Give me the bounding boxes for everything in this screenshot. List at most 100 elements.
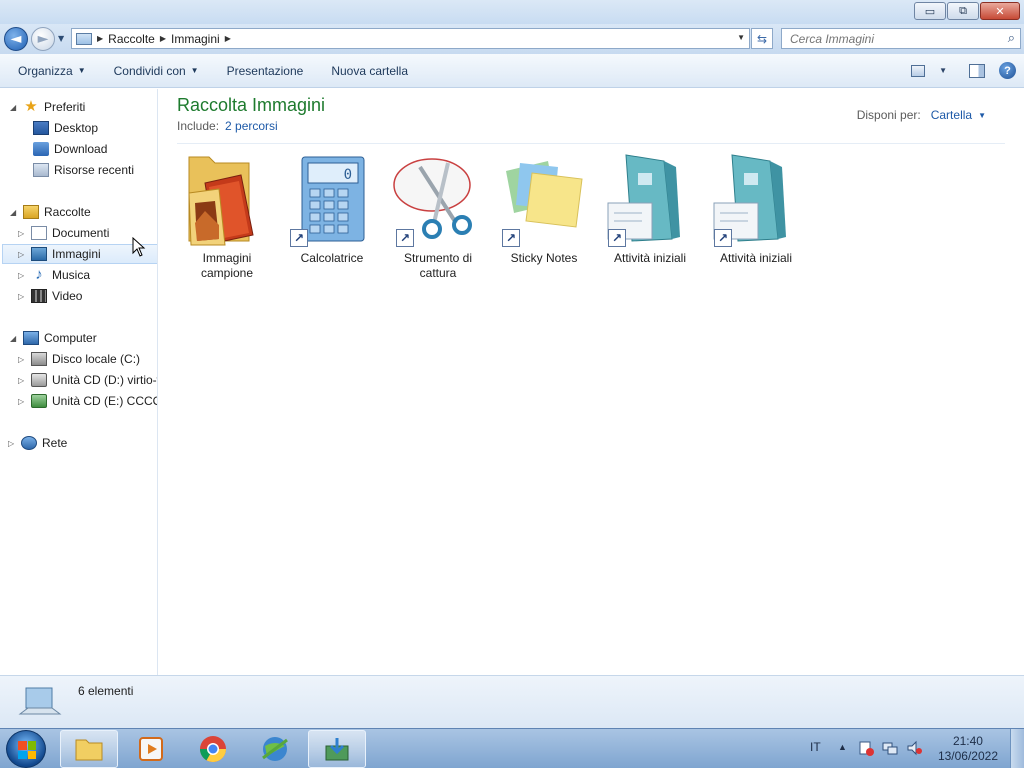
expand-arrow-icon[interactable]: ▷ <box>18 292 26 301</box>
expand-arrow-icon[interactable]: ▷ <box>18 271 26 280</box>
file-item[interactable]: ↗ Attività iniziali <box>600 153 700 266</box>
globe-icon <box>262 737 288 761</box>
shortcut-arrow-icon: ↗ <box>714 229 732 247</box>
share-button[interactable]: Condividi con ▼ <box>104 60 209 82</box>
maximize-button[interactable]: ⧉ <box>947 2 979 20</box>
shortcut-arrow-icon: ↗ <box>502 229 520 247</box>
expand-arrow-icon[interactable]: ▷ <box>8 439 16 448</box>
taskbar: IT ▲ 21:40 13/06/2022 <box>0 728 1024 768</box>
pictures-folder-icon <box>179 153 275 247</box>
preview-pane-icon[interactable] <box>969 63 985 78</box>
file-name: Attività iniziali <box>719 251 793 265</box>
expand-arrow-icon[interactable]: ▷ <box>18 397 26 406</box>
window-controls: ▭ ⧉ ✕ <box>914 2 1020 20</box>
show-desktop-button[interactable] <box>1010 729 1024 768</box>
file-item[interactable]: ↗ Strumento di cattura <box>388 153 488 281</box>
arrange-by: Disponi per: Cartella ▼ <box>856 108 986 122</box>
shortcut-arrow-icon: ↗ <box>290 229 308 247</box>
language-indicator[interactable]: IT <box>810 740 821 754</box>
file-name: Immagini <box>202 251 252 265</box>
expand-arrow-icon[interactable]: ▷ <box>18 376 26 385</box>
search-box[interactable]: ⌕ <box>781 28 1021 49</box>
library-includes: Include: 2 percorsi <box>177 119 278 133</box>
chevron-down-icon[interactable]: ▼ <box>737 33 745 42</box>
arrange-by-dropdown[interactable]: Cartella ▼ <box>931 108 986 122</box>
start-button[interactable] <box>6 730 46 768</box>
expand-arrow-icon[interactable]: ◢ <box>10 208 18 217</box>
clock-date: 13/06/2022 <box>937 749 998 763</box>
nav-drive-d[interactable]: ▷ Unità CD (D:) virtio-w <box>18 370 157 390</box>
file-item[interactable]: Immagini campione <box>177 153 277 281</box>
expand-arrow-icon[interactable]: ▷ <box>18 250 26 259</box>
breadcrumb-raccolte[interactable]: Raccolte <box>108 32 155 46</box>
help-icon[interactable]: ? <box>999 62 1016 79</box>
new-folder-button[interactable]: Nuova cartella <box>321 60 418 82</box>
shortcut-arrow-icon: ↗ <box>608 229 626 247</box>
file-name: Sticky Notes <box>510 251 578 265</box>
file-item[interactable]: ↗ Sticky Notes <box>494 153 594 266</box>
network-status-icon[interactable] <box>882 740 898 756</box>
action-center-icon[interactable] <box>858 740 874 756</box>
expand-arrow-icon[interactable]: ▷ <box>18 355 26 364</box>
nav-drive-e[interactable]: ▷Unità CD (E:) CCCOM <box>18 391 157 411</box>
shortcut-arrow-icon: ↗ <box>396 229 414 247</box>
back-button[interactable]: ◄ <box>4 27 28 51</box>
minimize-button[interactable]: ▭ <box>914 2 946 20</box>
show-hidden-icons-icon[interactable]: ▲ <box>838 742 847 752</box>
music-icon: ♪ <box>35 266 43 283</box>
expand-arrow-icon[interactable]: ◢ <box>10 334 18 343</box>
chevron-right-icon[interactable]: ▶ <box>160 34 166 43</box>
nav-video[interactable]: ▷ Video <box>18 286 82 306</box>
nav-desktop[interactable]: Desktop <box>20 118 98 138</box>
taskbar-explorer-button[interactable] <box>60 730 118 768</box>
pictures-icon <box>31 247 47 261</box>
star-icon: ★ <box>24 98 38 115</box>
cd-drive-icon <box>31 373 47 387</box>
video-icon <box>31 289 47 303</box>
expand-arrow-icon[interactable]: ◢ <box>10 103 18 112</box>
taskbar-chrome-button[interactable] <box>184 730 242 768</box>
nav-music[interactable]: ▷ ♪ Musica <box>18 265 90 285</box>
nav-favorites[interactable]: ◢ ★ Preferiti <box>10 97 85 117</box>
search-input[interactable] <box>790 31 990 46</box>
clock[interactable]: 21:40 13/06/2022 <box>938 734 998 764</box>
chevron-down-icon[interactable]: ▼ <box>939 66 947 75</box>
chevron-down-icon: ▼ <box>77 66 86 75</box>
recent-pages-dropdown[interactable]: ▼ <box>58 34 64 43</box>
address-bar[interactable]: ▶ Raccolte ▶ Immagini ▶ ▼ <box>71 28 750 49</box>
expand-arrow-icon[interactable]: ▷ <box>18 229 26 238</box>
windows-logo-icon <box>18 741 36 759</box>
getting-started-icon: ↗ <box>708 153 804 247</box>
slideshow-button[interactable]: Presentazione <box>217 60 314 82</box>
folder-icon <box>75 739 103 761</box>
recent-places-icon <box>33 163 49 177</box>
breadcrumb-immagini[interactable]: Immagini <box>171 32 220 46</box>
file-item[interactable]: 0 ↗ Calcolatrice <box>282 153 382 266</box>
file-item[interactable]: ↗ Attività iniziali <box>706 153 806 266</box>
taskbar-network-app-button[interactable] <box>246 730 304 768</box>
file-name: Strumento di <box>403 251 473 265</box>
nav-network[interactable]: ▷ Rete <box>8 433 67 453</box>
mouse-cursor-icon <box>132 237 146 257</box>
status-bar: 6 elementi <box>0 675 1024 728</box>
organize-button[interactable]: Organizza ▼ <box>8 60 96 82</box>
forward-button[interactable]: ► <box>31 27 55 51</box>
refresh-button[interactable]: ⇆ <box>751 28 773 49</box>
change-view-icon[interactable] <box>911 64 926 77</box>
nav-computer[interactable]: ◢ Computer <box>10 328 97 348</box>
taskbar-media-player-button[interactable] <box>122 730 180 768</box>
includes-locations-link[interactable]: 2 percorsi <box>225 119 278 133</box>
nav-drive-c[interactable]: ▷ Disco locale (C:) <box>18 349 140 369</box>
nav-libraries[interactable]: ◢ Raccolte <box>10 202 91 222</box>
library-title: Raccolta Immagini <box>177 95 326 115</box>
search-icon[interactable]: ⌕ <box>1008 31 1015 46</box>
taskbar-installer-button[interactable] <box>308 730 366 768</box>
local-disk-icon <box>31 352 47 366</box>
chevron-right-icon[interactable]: ▶ <box>225 34 231 43</box>
volume-muted-icon[interactable] <box>906 740 922 756</box>
nav-download[interactable]: Download <box>20 139 107 159</box>
nav-recent[interactable]: Risorse recenti <box>20 160 134 180</box>
svg-text:0: 0 <box>344 167 352 183</box>
close-button[interactable]: ✕ <box>980 2 1020 20</box>
chevron-right-icon[interactable]: ▶ <box>97 34 103 43</box>
